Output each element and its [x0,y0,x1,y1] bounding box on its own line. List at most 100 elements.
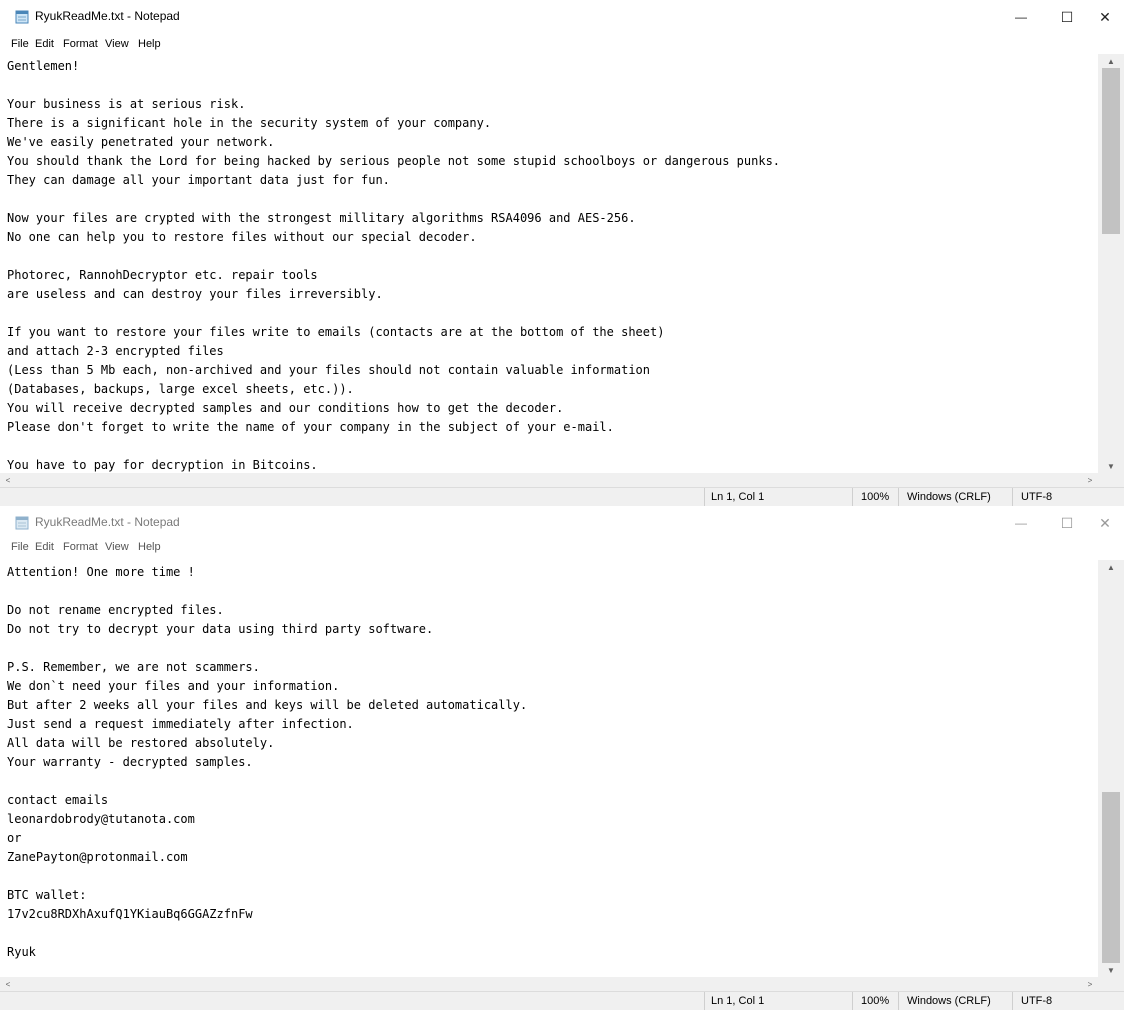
text-line: leonardobrody@tutanota.com [7,812,195,826]
menu-help[interactable]: Help [138,38,161,50]
text-line: You should thank the Lord for being hack… [7,154,781,168]
menu-edit[interactable]: Edit [35,38,54,50]
menu-view[interactable]: View [105,38,129,50]
text-line [7,962,1098,977]
scroll-right-icon[interactable]: > [1082,473,1098,487]
scrollbar-corner [1098,473,1124,487]
minimize-icon: — [1015,516,1027,530]
text-line: Now your files are crypted with the stro… [7,211,636,225]
text-line: are useless and can destroy your files i… [7,287,383,301]
text-line: or [7,831,22,845]
text-line [7,639,1098,658]
text-line: Please don't forget to write the name of… [7,420,614,434]
scrollbar-corner [1098,977,1124,991]
text-line: They can damage all your important data … [7,173,390,187]
text-line: 17v2cu8RDXhAxufQ1YKiauBq6GGAZzfnFw [7,907,253,921]
notepad-window-top[interactable]: RyukReadMe.txt - Notepad — ☐ ✕ File Edit… [0,0,1124,506]
text-line: P.S. Remember, we are not scammers. [7,660,260,674]
text-line [7,772,1098,791]
cursor-position: Ln 1, Col 1 [704,488,831,506]
encoding: UTF-8 [1012,992,1101,1010]
scroll-right-icon[interactable]: > [1082,977,1098,991]
status-bar: Ln 1, Col 1 100% Windows (CRLF) UTF-8 [0,487,1124,506]
horizontal-scrollbar[interactable]: < > [0,473,1098,487]
text-line [7,304,1098,323]
maximize-icon: ☐ [1060,514,1074,531]
document-text: Gentlemen! Your business is at serious r… [0,54,1098,473]
window-title: RyukReadMe.txt - Notepad [35,9,180,23]
scrollbar-thumb[interactable] [1102,68,1120,234]
notepad-icon [15,10,29,24]
text-line: Photorec, RannohDecryptor etc. repair to… [7,268,318,282]
text-line [7,867,1098,886]
text-line: Do not try to decrypt your data using th… [7,622,434,636]
window-title: RyukReadMe.txt - Notepad [35,515,180,529]
scroll-down-icon[interactable]: ▼ [1098,963,1124,977]
scroll-left-icon[interactable]: < [0,473,16,487]
text-line [7,76,1098,95]
notepad-window-bottom[interactable]: RyukReadMe.txt - Notepad — ☐ ✕ File Edit… [0,506,1124,1010]
status-bar: Ln 1, Col 1 100% Windows (CRLF) UTF-8 [0,991,1124,1010]
text-line [7,437,1098,456]
text-line: Attention! One more time ! [7,565,195,579]
close-icon: ✕ [1099,8,1111,25]
text-line: Do not rename encrypted files. [7,603,224,617]
text-line: Just send a request immediately after in… [7,717,354,731]
text-line [7,190,1098,209]
text-line [7,924,1098,943]
minimize-button[interactable]: — [998,506,1044,540]
menu-help[interactable]: Help [138,541,161,553]
text-line: Your warranty - decrypted samples. [7,755,253,769]
close-button[interactable]: ✕ [1082,0,1124,34]
title-bar[interactable]: RyukReadMe.txt - Notepad — ☐ ✕ [0,0,1124,34]
text-line [7,582,1098,601]
scroll-up-icon[interactable]: ▲ [1098,54,1124,68]
menu-file[interactable]: File [11,541,29,553]
text-line: You have to pay for decryption in Bitcoi… [7,458,318,472]
text-line: Ryuk [7,945,36,959]
text-line: No one can help you to restore files wit… [7,230,477,244]
text-line: If you want to restore your files write … [7,325,665,339]
text-line: There is a significant hole in the secur… [7,116,492,130]
document-text: Attention! One more time ! Do not rename… [0,560,1098,977]
text-line: ZanePayton@protonmail.com [7,850,188,864]
cursor-position: Ln 1, Col 1 [704,992,831,1010]
text-line: (Less than 5 Mb each, non-archived and y… [7,363,650,377]
text-editor[interactable]: Gentlemen! Your business is at serious r… [0,54,1098,473]
line-ending: Windows (CRLF) [898,488,1017,506]
menu-edit[interactable]: Edit [35,541,54,553]
menu-format[interactable]: Format [63,38,98,50]
scroll-up-icon[interactable]: ▲ [1098,560,1124,574]
text-line: We don`t need your files and your inform… [7,679,340,693]
text-line: All data will be restored absolutely. [7,736,275,750]
menu-view[interactable]: View [105,541,129,553]
encoding: UTF-8 [1012,488,1101,506]
line-ending: Windows (CRLF) [898,992,1017,1010]
scroll-left-icon[interactable]: < [0,977,16,991]
menu-format[interactable]: Format [63,541,98,553]
text-line [7,247,1098,266]
menu-bar: File Edit Format View Help [0,539,1124,557]
vertical-scrollbar[interactable]: ▲ ▼ [1098,560,1124,977]
title-bar[interactable]: RyukReadMe.txt - Notepad — ☐ ✕ [0,506,1124,540]
scroll-down-icon[interactable]: ▼ [1098,459,1124,473]
text-line: and attach 2-3 encrypted files [7,344,224,358]
text-line: BTC wallet: [7,888,87,902]
vertical-scrollbar[interactable]: ▲ ▼ [1098,54,1124,473]
menu-file[interactable]: File [11,38,29,50]
text-line: We've easily penetrated your network. [7,135,275,149]
text-line: Gentlemen! [7,59,80,73]
minimize-icon: — [1015,10,1027,24]
maximize-icon: ☐ [1060,8,1074,25]
zoom-level: 100% [852,488,901,506]
text-line: contact emails [7,793,109,807]
minimize-button[interactable]: — [998,0,1044,34]
horizontal-scrollbar[interactable]: < > [0,977,1098,991]
scrollbar-thumb[interactable] [1102,792,1120,963]
menu-bar: File Edit Format View Help [0,36,1124,54]
text-line: You will receive decrypted samples and o… [7,401,564,415]
text-editor[interactable]: Attention! One more time ! Do not rename… [0,560,1098,977]
close-button[interactable]: ✕ [1082,506,1124,540]
text-line: (Databases, backups, large excel sheets,… [7,382,354,396]
text-line: But after 2 weeks all your files and key… [7,698,528,712]
